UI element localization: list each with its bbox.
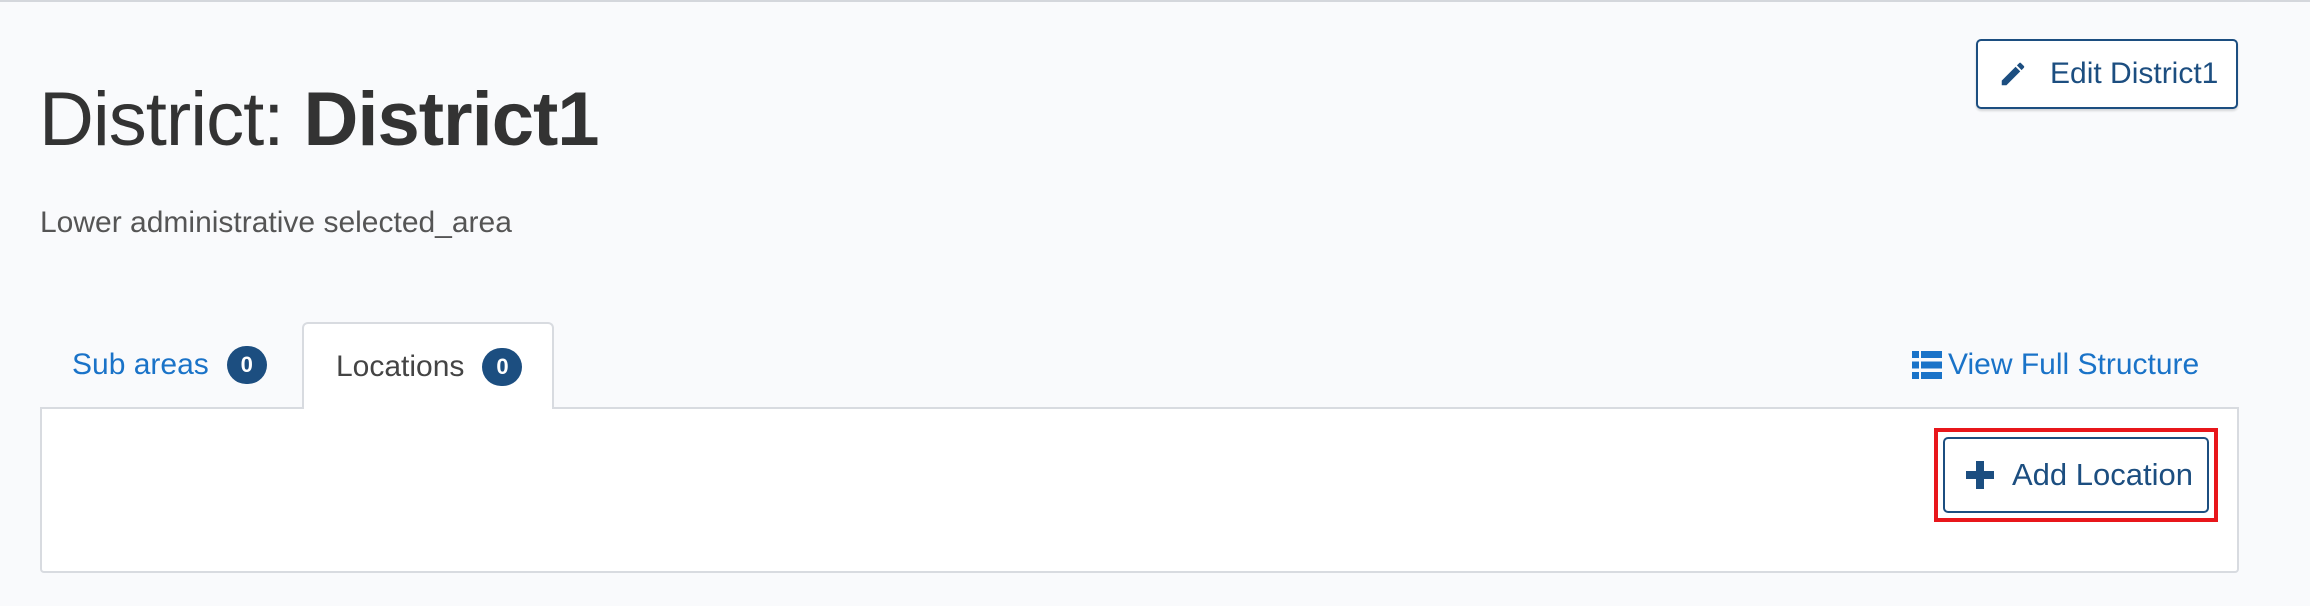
view-full-structure-link[interactable]: View Full Structure bbox=[1912, 345, 2199, 385]
tab-sub-areas-label: Sub areas bbox=[72, 348, 209, 381]
add-location-button[interactable]: Add Location bbox=[1943, 437, 2209, 513]
pencil-icon bbox=[1996, 57, 2030, 91]
top-divider bbox=[0, 0, 2310, 2]
plus-icon bbox=[1965, 460, 1995, 490]
page-subtitle: Lower administrative selected_area bbox=[40, 206, 512, 239]
tab-locations-label: Locations bbox=[336, 349, 465, 383]
edit-district-button-label: Edit District1 bbox=[2050, 57, 2219, 90]
locations-count-badge: 0 bbox=[482, 347, 523, 386]
page-title: District: District1 bbox=[39, 75, 600, 165]
area-tabs: Sub areas 0 Locations 0 bbox=[40, 322, 554, 409]
add-location-button-label: Add Location bbox=[2012, 457, 2193, 492]
page-title-district-name: District1 bbox=[303, 77, 599, 162]
edit-district-button[interactable]: Edit District1 bbox=[1976, 39, 2238, 109]
sub-areas-count-badge: 0 bbox=[226, 346, 267, 384]
tab-locations[interactable]: Locations 0 bbox=[302, 322, 554, 409]
page-title-prefix: District: bbox=[39, 77, 304, 162]
locations-panel bbox=[40, 407, 2239, 573]
tab-sub-areas[interactable]: Sub areas 0 bbox=[40, 322, 302, 408]
list-icon bbox=[1912, 351, 1942, 379]
view-full-structure-label: View Full Structure bbox=[1948, 348, 2200, 381]
